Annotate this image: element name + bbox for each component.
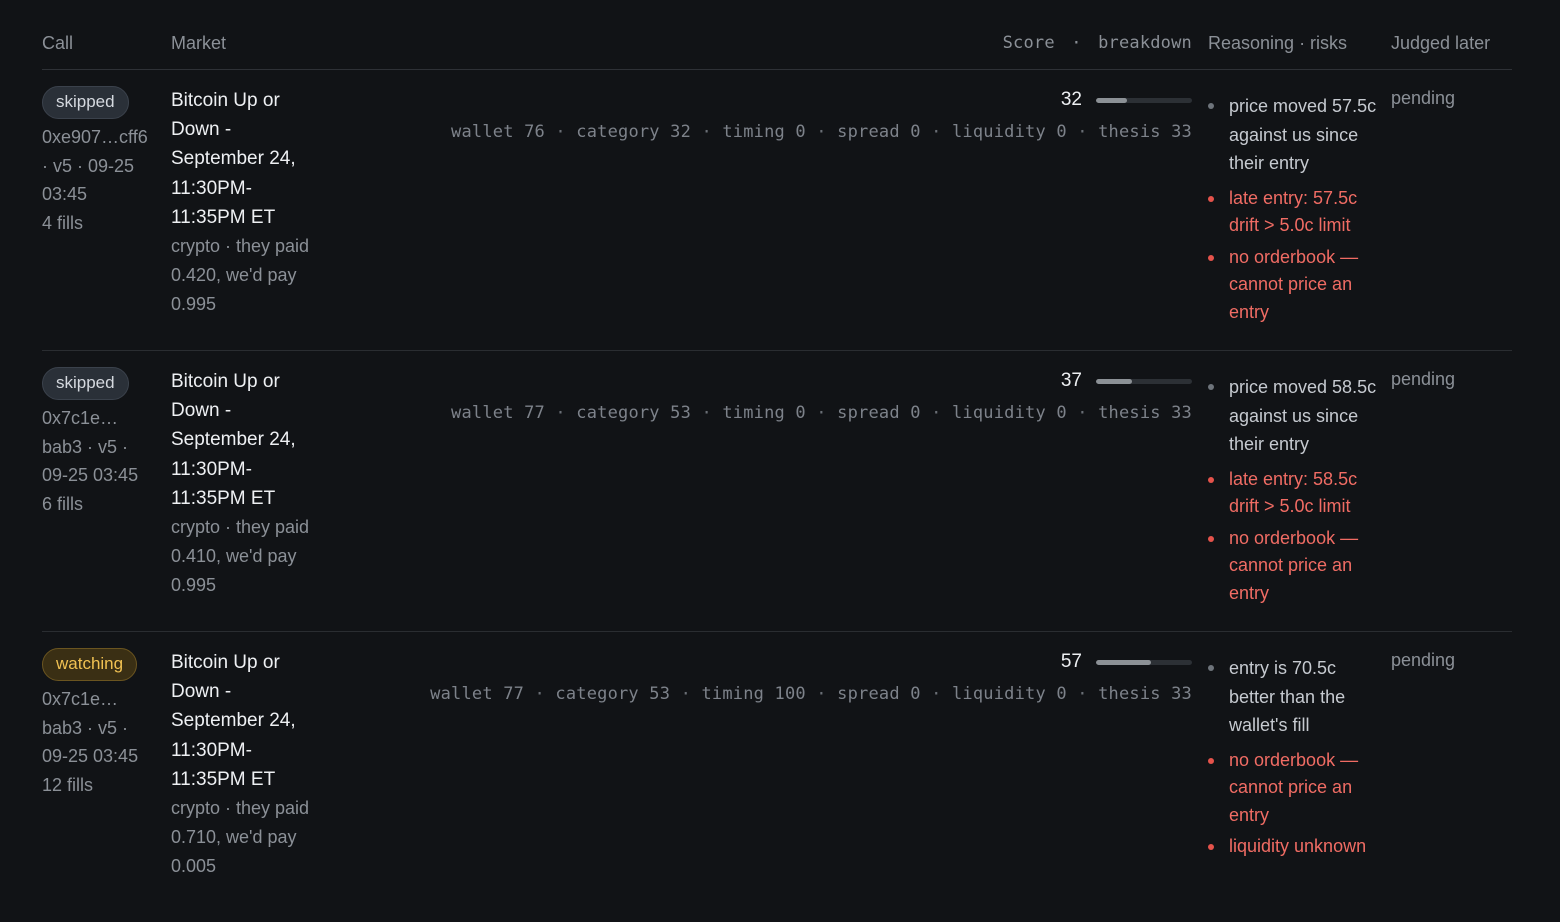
risk-item: no orderbook — cannot price an entry <box>1208 525 1378 608</box>
reasoning-list: price moved 58.5c against us since their… <box>1208 373 1378 607</box>
table-body: skipped 0xe907…cff6 · v5 · 09-25 03:45 4… <box>42 70 1512 922</box>
header-market[interactable]: Market <box>171 33 226 54</box>
risk-item: no orderbook — cannot price an entry <box>1208 244 1378 327</box>
risk-item: late entry: 57.5c drift > 5.0c limit <box>1208 185 1378 240</box>
judged-status: pending <box>1391 369 1456 389</box>
market-cell: Bitcoin Up or Down - September 24, 11:30… <box>171 86 316 320</box>
market-subtitle: crypto · they paid 0.710, we'd pay 0.005 <box>171 798 310 877</box>
score-breakdown: wallet 77 · category 53 · timing 100 · s… <box>430 684 1192 704</box>
score-bar-fill <box>1096 659 1151 665</box>
call-meta: 0xe907…cff6 · v5 · 09-25 03:45 4 fills <box>42 123 157 237</box>
score-bar <box>1096 659 1192 665</box>
score-bar <box>1096 97 1192 103</box>
reasoning-cell: entry is 70.5c better than the wallet's … <box>1208 654 1378 865</box>
score-value: 57 <box>1060 651 1082 672</box>
call-meta: 0x7c1e… bab3 · v5 · 09-25 03:45 6 fills <box>42 404 157 518</box>
score-bar-fill <box>1096 378 1132 384</box>
judged-status: pending <box>1391 650 1456 670</box>
score-cell: 37 wallet 77 · category 53 · timing 0 · … <box>451 369 1192 423</box>
fills-count: 12 fills <box>42 774 94 795</box>
table-row[interactable]: skipped 0xe907…cff6 · v5 · 09-25 03:45 4… <box>42 70 1512 351</box>
call-cell: watching 0x7c1e… bab3 · v5 · 09-25 03:45… <box>42 648 157 799</box>
risk-item: late entry: 58.5c drift > 5.0c limit <box>1208 466 1378 521</box>
fills-count: 6 fills <box>42 493 84 514</box>
score-bar-fill <box>1096 97 1127 103</box>
score-breakdown: wallet 76 · category 32 · timing 0 · spr… <box>451 122 1192 142</box>
market-title[interactable]: Bitcoin Up or Down - September 24, 11:30… <box>171 367 316 513</box>
score-breakdown: wallet 77 · category 53 · timing 0 · spr… <box>451 403 1192 423</box>
header-score-separator: · <box>1071 33 1082 53</box>
header-score-label: Score <box>1002 33 1055 53</box>
risk-item: no orderbook — cannot price an entry <box>1208 747 1378 830</box>
call-meta: 0x7c1e… bab3 · v5 · 09-25 03:45 12 fills <box>42 685 157 799</box>
wallet-id[interactable]: 0x7c1e… bab3 · v5 · 09-25 03:45 <box>42 685 157 771</box>
reasoning-list: price moved 57.5c against us since their… <box>1208 92 1378 326</box>
calls-table: Call Market Score · breakdown Reasoning … <box>42 22 1512 922</box>
score-bar <box>1096 378 1192 384</box>
header-breakdown-label: breakdown <box>1098 33 1192 53</box>
risk-item: liquidity unknown <box>1208 833 1378 861</box>
reason-note: price moved 57.5c against us since their… <box>1208 92 1378 178</box>
wallet-id[interactable]: 0xe907…cff6 · v5 · 09-25 03:45 <box>42 123 157 209</box>
reasoning-list: entry is 70.5c better than the wallet's … <box>1208 654 1378 861</box>
status-badge: skipped <box>42 86 129 119</box>
score-value: 32 <box>1060 89 1082 110</box>
wallet-id[interactable]: 0x7c1e… bab3 · v5 · 09-25 03:45 <box>42 404 157 490</box>
header-judged-later[interactable]: Judged later <box>1391 33 1490 54</box>
market-subtitle: crypto · they paid 0.410, we'd pay 0.995 <box>171 517 310 596</box>
reasoning-cell: price moved 57.5c against us since their… <box>1208 92 1378 330</box>
header-score[interactable]: Score · breakdown <box>1003 33 1192 53</box>
reason-note: price moved 58.5c against us since their… <box>1208 373 1378 459</box>
market-title[interactable]: Bitcoin Up or Down - September 24, 11:30… <box>171 86 316 232</box>
table-header: Call Market Score · breakdown Reasoning … <box>42 22 1512 70</box>
market-cell: Bitcoin Up or Down - September 24, 11:30… <box>171 648 316 882</box>
market-title[interactable]: Bitcoin Up or Down - September 24, 11:30… <box>171 648 316 794</box>
call-cell: skipped 0xe907…cff6 · v5 · 09-25 03:45 4… <box>42 86 157 237</box>
score-cell: 32 wallet 76 · category 32 · timing 0 · … <box>451 88 1192 142</box>
reason-note: entry is 70.5c better than the wallet's … <box>1208 654 1378 740</box>
header-call[interactable]: Call <box>42 33 73 54</box>
score-value: 37 <box>1060 370 1082 391</box>
status-badge: skipped <box>42 367 129 400</box>
reasoning-cell: price moved 58.5c against us since their… <box>1208 373 1378 611</box>
score-line: 32 <box>451 88 1192 112</box>
market-subtitle: crypto · they paid 0.420, we'd pay 0.995 <box>171 236 310 315</box>
table-row[interactable]: skipped 0x7c1e… bab3 · v5 · 09-25 03:45 … <box>42 351 1512 632</box>
fills-count: 4 fills <box>42 212 84 233</box>
table-row[interactable]: watching 0x7c1e… bab3 · v5 · 09-25 03:45… <box>42 632 1512 922</box>
score-line: 37 <box>451 369 1192 393</box>
score-cell: 57 wallet 77 · category 53 · timing 100 … <box>430 650 1192 704</box>
judged-status: pending <box>1391 88 1456 108</box>
header-reasoning[interactable]: Reasoning · risks <box>1208 33 1347 54</box>
call-cell: skipped 0x7c1e… bab3 · v5 · 09-25 03:45 … <box>42 367 157 518</box>
status-badge: watching <box>42 648 138 681</box>
market-cell: Bitcoin Up or Down - September 24, 11:30… <box>171 367 316 601</box>
score-line: 57 <box>430 650 1192 674</box>
